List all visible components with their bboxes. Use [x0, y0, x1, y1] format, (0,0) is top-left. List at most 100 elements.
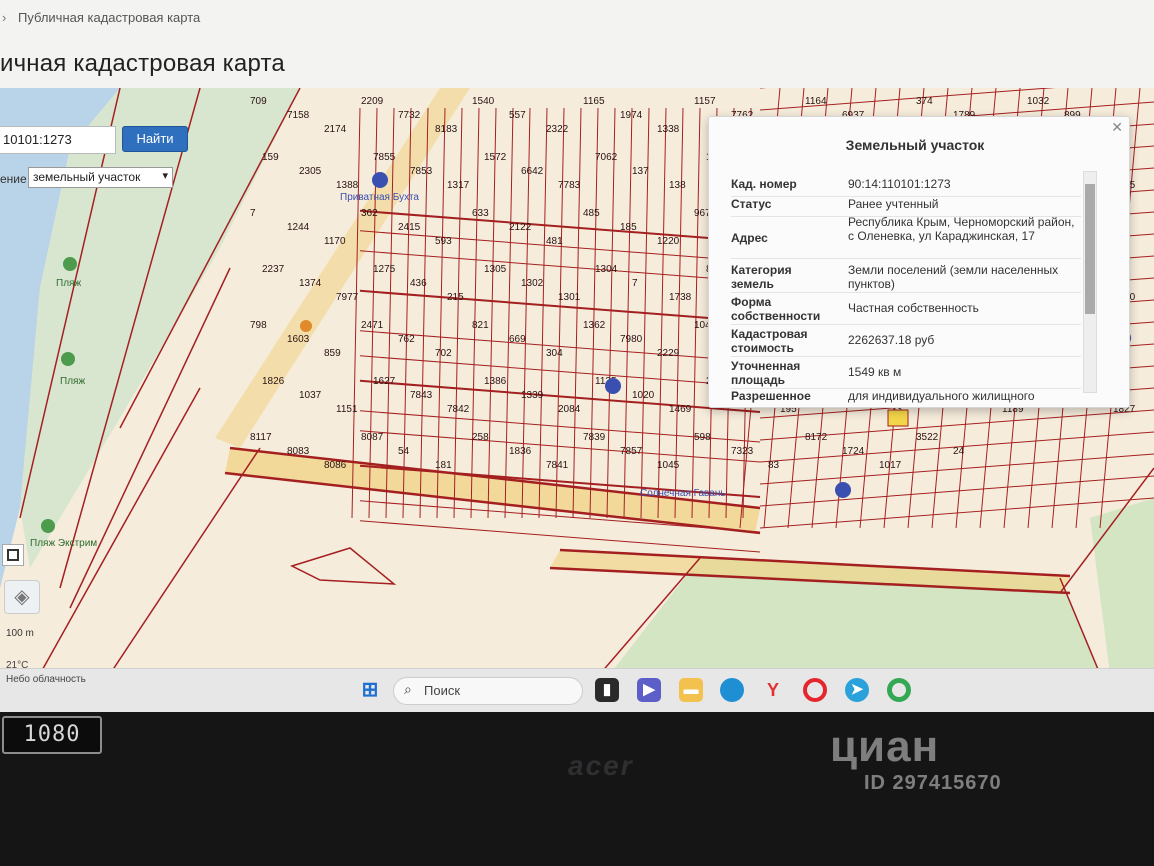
parcel-number[interactable]: 485	[583, 208, 600, 219]
weather-widget[interactable]: 21°C Небо облачность	[6, 659, 86, 687]
opera-icon[interactable]	[803, 678, 827, 702]
parcel-1045[interactable]	[289, 547, 397, 585]
parcel-number[interactable]: 1302	[521, 278, 544, 289]
beach-marker[interactable]	[63, 257, 77, 271]
parcel-number[interactable]: 1603	[287, 334, 310, 345]
parcel-number[interactable]: 1301	[558, 292, 581, 303]
breadcrumb-current[interactable]: Публичная кадастровая карта	[18, 10, 200, 25]
map-marker-orange[interactable]	[300, 320, 312, 332]
parcel-number[interactable]: 1362	[583, 320, 606, 331]
parcel-number[interactable]: 7062	[595, 152, 618, 163]
parcel-number[interactable]: 54	[398, 446, 410, 457]
parcel-number[interactable]: 1220	[657, 236, 680, 247]
map-marker[interactable]	[372, 172, 388, 188]
parcel-number[interactable]: 1045	[657, 460, 680, 471]
parcel-number[interactable]: 7	[632, 278, 638, 289]
parcel-number[interactable]: 762	[398, 334, 415, 345]
parcel-number[interactable]: 7853	[410, 166, 433, 177]
parcel-number[interactable]: 7	[250, 208, 256, 219]
info-value[interactable]: 90:14:110101:1273	[848, 177, 1083, 191]
parcel-number[interactable]: 7323	[731, 446, 754, 457]
parcel-number[interactable]: 3522	[916, 432, 939, 443]
parcel-number[interactable]: 8117	[250, 432, 272, 443]
parcel-number[interactable]: 181	[435, 460, 452, 471]
parcel-number[interactable]: 481	[546, 236, 563, 247]
file-explorer-icon[interactable]: ▮	[595, 678, 619, 702]
parcel-number[interactable]: 1304	[595, 264, 618, 275]
parcel-number[interactable]: 2084	[558, 404, 581, 415]
parcel-number[interactable]: 593	[435, 236, 452, 247]
parcel-number[interactable]: 7842	[447, 404, 470, 415]
parcel-number[interactable]: 7841	[546, 460, 569, 471]
parcel-number[interactable]: 1627	[373, 376, 396, 387]
parcel-number[interactable]: 557	[509, 110, 526, 121]
parcel-number[interactable]: 1724	[842, 446, 865, 457]
parcel-number[interactable]: 1572	[484, 152, 507, 163]
parcel-number[interactable]: 1017	[879, 460, 902, 471]
scroll-thumb[interactable]	[1085, 184, 1095, 314]
fullscreen-button[interactable]	[2, 544, 24, 566]
parcel-number[interactable]: 159	[262, 152, 279, 163]
parcel-number[interactable]: 1037	[299, 390, 322, 401]
selected-parcel[interactable]	[887, 409, 909, 427]
parcel-number[interactable]: 2209	[361, 96, 384, 107]
folder-icon[interactable]: ▬	[679, 678, 703, 702]
parcel-number[interactable]: 1032	[1027, 96, 1050, 107]
parcel-number[interactable]: 1275	[373, 264, 396, 275]
parcel-number[interactable]: 7980	[620, 334, 643, 345]
yandex-icon[interactable]: Y	[761, 678, 785, 702]
parcel-number[interactable]: 1244	[287, 222, 310, 233]
parcel-number[interactable]: 1020	[632, 390, 655, 401]
parcel-number[interactable]: 8086	[324, 460, 347, 471]
parcel-number[interactable]: 8183	[435, 124, 458, 135]
parcel-number[interactable]: 7857	[620, 446, 643, 457]
parcel-number[interactable]: 7843	[410, 390, 433, 401]
parcel-number[interactable]: 2174	[324, 124, 347, 135]
parcel-number[interactable]: 669	[509, 334, 526, 345]
parcel-number[interactable]: 2122	[509, 222, 532, 233]
beach-marker[interactable]	[61, 352, 75, 366]
find-button[interactable]: Найти	[122, 126, 188, 152]
parcel-number[interactable]: 2471	[361, 320, 384, 331]
popup-scrollbar[interactable]	[1083, 171, 1097, 393]
parcel-number[interactable]: 1738	[669, 292, 692, 303]
parcel-number[interactable]: 798	[250, 320, 267, 331]
parcel-number[interactable]: 7977	[336, 292, 359, 303]
layers-button[interactable]: ◈	[4, 580, 40, 614]
parcel-number[interactable]: 2237	[262, 264, 285, 275]
parcel-number[interactable]: 7783	[558, 180, 581, 191]
parcel-number[interactable]: 7839	[583, 432, 606, 443]
parcel-number[interactable]: 1540	[472, 96, 495, 107]
parcel-number[interactable]: 137	[632, 166, 649, 177]
parcel-number[interactable]: 1386	[484, 376, 507, 387]
parcel-number[interactable]: 7732	[398, 110, 421, 121]
parcel-number[interactable]: 2305	[299, 166, 322, 177]
parcel-number[interactable]: 1826	[262, 376, 285, 387]
telegram-icon[interactable]: ➤	[845, 678, 869, 702]
parcel-number[interactable]: 1317	[447, 180, 470, 191]
parcel-number[interactable]: 1338	[657, 124, 680, 135]
parcel-number[interactable]: 7158	[287, 110, 310, 121]
parcel-number[interactable]: 1388	[336, 180, 359, 191]
parcel-number[interactable]: 6642	[521, 166, 544, 177]
parcel-number[interactable]: 2415	[398, 222, 421, 233]
parcel-number[interactable]: 1165	[583, 96, 605, 107]
parcel-number[interactable]: 1151	[336, 404, 358, 415]
parcel-number[interactable]: 304	[546, 348, 563, 359]
parcel-number[interactable]: 598	[694, 432, 711, 443]
parcel-number[interactable]: 1374	[299, 278, 322, 289]
close-icon[interactable]: ✕	[1111, 119, 1123, 136]
parcel-number[interactable]: 1836	[509, 446, 532, 457]
parcel-number[interactable]: 258	[472, 432, 489, 443]
parcel-number[interactable]: 436	[410, 278, 427, 289]
parcel-number[interactable]: 185	[620, 222, 637, 233]
parcel-number[interactable]: 8172	[805, 432, 828, 443]
parcel-number[interactable]: 1339	[521, 390, 544, 401]
parcel-number[interactable]: 2322	[546, 124, 569, 135]
parcel-number[interactable]: 8083	[287, 446, 310, 457]
map-marker[interactable]	[835, 482, 851, 498]
parcel-number[interactable]: 702	[435, 348, 452, 359]
parcel-number[interactable]: 1974	[620, 110, 643, 121]
windows-icon[interactable]: ⊞	[358, 678, 382, 702]
parcel-number[interactable]: 138	[669, 180, 686, 191]
